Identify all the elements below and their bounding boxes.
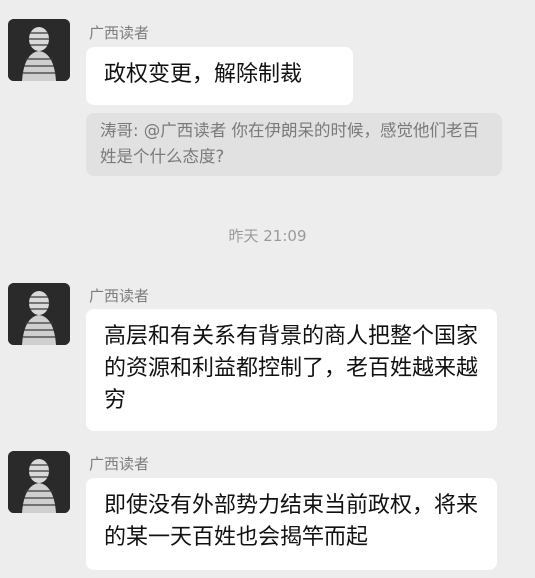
avatar[interactable] <box>8 19 70 81</box>
quoted-message[interactable]: 涛哥: @广西读者 你在伊朗呆的时候，感觉他们老百姓是个什么态度? <box>86 113 502 176</box>
message-text: 高层和有关系有背景的商人把整个国家的资源和利益都控制了，老百姓越来越穷 <box>104 324 479 413</box>
statue-avatar-icon <box>8 283 70 345</box>
sender-name: 广西读者 <box>89 287 150 305</box>
quote-text: 涛哥: @广西读者 你在伊朗呆的时候，感觉他们老百姓是个什么态度? <box>100 121 480 166</box>
message-bubble[interactable]: 政权变更，解除制裁 <box>86 47 353 105</box>
message-text: 政权变更，解除制裁 <box>104 62 303 87</box>
timestamp: 昨天 21:09 <box>228 227 307 245</box>
sender-name: 广西读者 <box>89 24 150 42</box>
statue-avatar-icon <box>8 19 70 81</box>
message-bubble[interactable]: 高层和有关系有背景的商人把整个国家的资源和利益都控制了，老百姓越来越穷 <box>86 309 497 431</box>
sender-name: 广西读者 <box>89 455 150 473</box>
message-text: 即使没有外部势力结束当前政权，将来的某一天百姓也会揭竿而起 <box>104 493 479 550</box>
avatar[interactable] <box>8 451 70 513</box>
statue-avatar-icon <box>8 451 70 513</box>
message-bubble[interactable]: 即使没有外部势力结束当前政权，将来的某一天百姓也会揭竿而起 <box>86 478 497 570</box>
avatar[interactable] <box>8 283 70 345</box>
